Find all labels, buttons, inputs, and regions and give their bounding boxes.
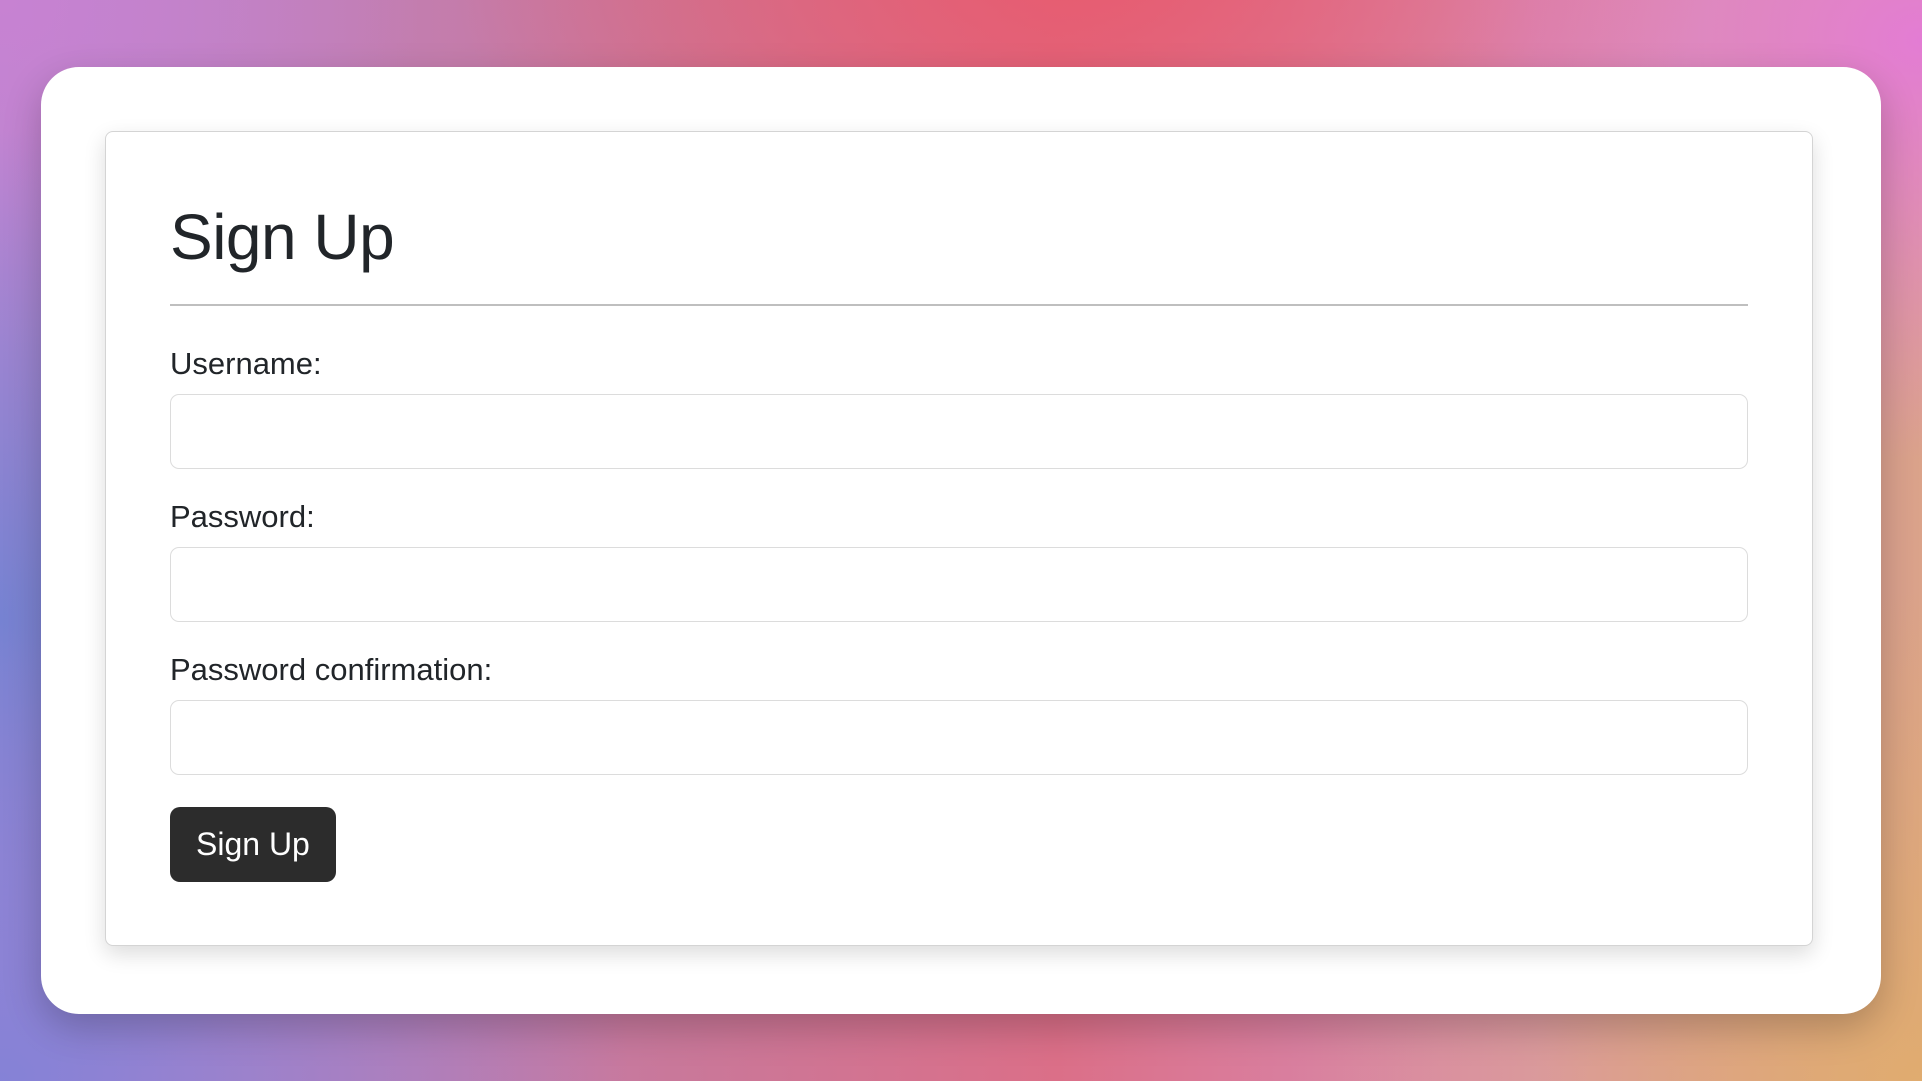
password-confirmation-label: Password confirmation: bbox=[170, 652, 493, 687]
password-label: Password: bbox=[170, 499, 315, 534]
page-title: Sign Up bbox=[170, 201, 395, 273]
title-divider bbox=[170, 304, 1748, 306]
username-field-group: Username: bbox=[170, 346, 1748, 469]
password-input[interactable] bbox=[170, 547, 1748, 622]
password-confirmation-field-group: Password confirmation: bbox=[170, 652, 1748, 775]
sign-up-button[interactable]: Sign Up bbox=[170, 807, 336, 882]
username-label: Username: bbox=[170, 346, 322, 381]
password-confirmation-input[interactable] bbox=[170, 700, 1748, 775]
username-input[interactable] bbox=[170, 394, 1748, 469]
password-field-group: Password: bbox=[170, 499, 1748, 622]
app-window: Sign Up Username: Password: Password con… bbox=[41, 67, 1881, 1014]
signup-card: Sign Up Username: Password: Password con… bbox=[105, 131, 1813, 946]
